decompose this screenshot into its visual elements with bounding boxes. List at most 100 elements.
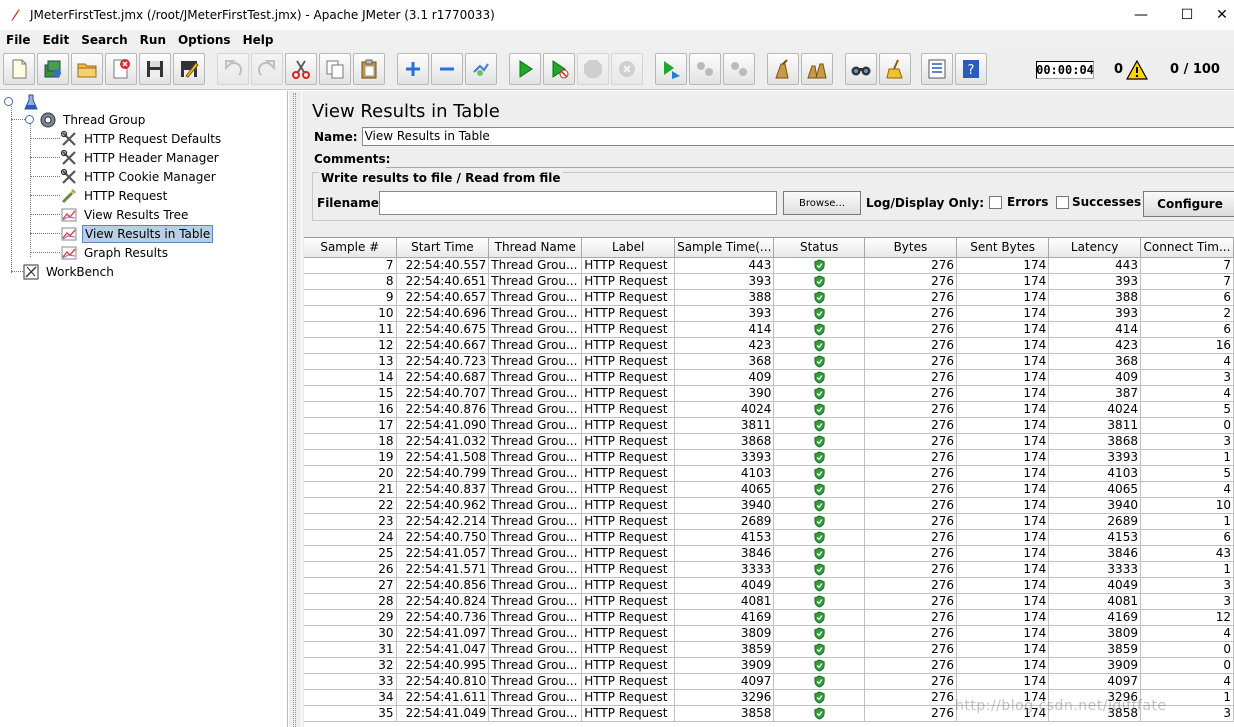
menu-run[interactable]: Run	[134, 33, 172, 47]
table-row[interactable]: 15 22:54:40.707 Thread Grou... HTTP Request…	[304, 385, 1234, 402]
cell-bytes: 276	[864, 513, 958, 530]
column-header-label[interactable]: Label	[581, 238, 676, 258]
errors-checkbox[interactable]	[989, 196, 1002, 209]
cell-status	[773, 257, 865, 274]
table-row[interactable]: 9 22:54:40.657 Thread Grou... HTTP Request 3…	[304, 289, 1234, 306]
column-header-sample-number[interactable]: Sample #	[304, 238, 397, 258]
copy-button[interactable]	[319, 53, 351, 85]
tree-node-view-results-in-table[interactable]: View Results in Table	[60, 224, 214, 243]
table-row[interactable]: 24 22:54:40.750 Thread Grou... HTTP Request…	[304, 529, 1234, 546]
minimize-button[interactable]: —	[1118, 0, 1164, 30]
table-row[interactable]: 17 22:54:41.090 Thread Grou... HTTP Request…	[304, 417, 1234, 434]
save-as-button[interactable]	[173, 53, 205, 85]
table-row[interactable]: 20 22:54:40.799 Thread Grou... HTTP Request…	[304, 465, 1234, 482]
start-no-pause-button[interactable]	[543, 53, 575, 85]
maximize-button[interactable]: ☐	[1164, 0, 1210, 30]
table-row[interactable]: 14 22:54:40.687 Thread Grou... HTTP Request…	[304, 369, 1234, 386]
column-header-thread-name[interactable]: Thread Name	[488, 238, 583, 258]
cell-latency: 393	[1048, 273, 1141, 290]
search-button[interactable]	[845, 53, 877, 85]
column-header-sample-time[interactable]: Sample Time(...	[674, 238, 775, 258]
remote-shutdown-button[interactable]	[723, 53, 755, 85]
splitter-grip[interactable]	[293, 93, 296, 727]
browse-button[interactable]: Browse...	[783, 191, 861, 215]
reset-search-button[interactable]	[879, 53, 911, 85]
tree-node-test-plan[interactable]	[4, 92, 44, 111]
table-row[interactable]: 27 22:54:40.856 Thread Grou... HTTP Request…	[304, 577, 1234, 594]
table-row[interactable]: 10 22:54:40.696 Thread Grou... HTTP Request…	[304, 305, 1234, 322]
table-row[interactable]: 22 22:54:40.962 Thread Grou... HTTP Request…	[304, 497, 1234, 514]
table-row[interactable]: 16 22:54:40.876 Thread Grou... HTTP Request…	[304, 401, 1234, 418]
tree-node-workbench[interactable]: WorkBench	[22, 262, 116, 281]
expand-all-button[interactable]	[397, 53, 429, 85]
table-row[interactable]: 32 22:54:40.995 Thread Grou... HTTP Request…	[304, 657, 1234, 674]
toggle-button[interactable]	[465, 53, 497, 85]
column-header-status[interactable]: Status	[773, 238, 865, 258]
table-row[interactable]: 29 22:54:40.736 Thread Grou... HTTP Request…	[304, 609, 1234, 626]
stop-button[interactable]	[577, 53, 609, 85]
collapse-all-button[interactable]	[431, 53, 463, 85]
menu-help[interactable]: Help	[237, 33, 280, 47]
cell-status	[773, 337, 865, 354]
templates-button[interactable]	[37, 53, 69, 85]
table-row[interactable]: 11 22:54:40.675 Thread Grou... HTTP Request…	[304, 321, 1234, 338]
redo-button[interactable]	[251, 53, 283, 85]
column-header-sent-bytes[interactable]: Sent Bytes	[956, 238, 1050, 258]
cut-button[interactable]	[285, 53, 317, 85]
menu-file[interactable]: File	[0, 33, 37, 47]
expander-icon[interactable]	[4, 97, 13, 106]
tree-node-thread-group[interactable]: Thread Group	[25, 110, 147, 129]
start-button[interactable]	[509, 53, 541, 85]
column-header-start-time[interactable]: Start Time	[396, 238, 490, 258]
close-file-button[interactable]	[105, 53, 137, 85]
help-button[interactable]: ?	[955, 53, 987, 85]
clear-button[interactable]	[767, 53, 799, 85]
configure-button[interactable]: Configure	[1143, 191, 1234, 217]
column-header-bytes[interactable]: Bytes	[864, 238, 958, 258]
column-header-connect-time[interactable]: Connect Tim...	[1140, 238, 1234, 258]
table-row[interactable]: 12 22:54:40.667 Thread Grou... HTTP Request…	[304, 337, 1234, 354]
new-button[interactable]	[3, 53, 35, 85]
paste-button[interactable]	[353, 53, 385, 85]
table-row[interactable]: 33 22:54:40.810 Thread Grou... HTTP Request…	[304, 673, 1234, 690]
save-button[interactable]	[139, 53, 171, 85]
clear-all-button[interactable]	[801, 53, 833, 85]
tree-node-http-request-defaults[interactable]: HTTP Request Defaults	[60, 129, 223, 148]
open-button[interactable]	[71, 53, 103, 85]
tree-node-view-results-tree[interactable]: View Results Tree	[60, 205, 190, 224]
table-row[interactable]: 18 22:54:41.032 Thread Grou... HTTP Request…	[304, 433, 1234, 450]
table-row[interactable]: 31 22:54:41.047 Thread Grou... HTTP Request…	[304, 641, 1234, 658]
table-row[interactable]: 30 22:54:41.097 Thread Grou... HTTP Request…	[304, 625, 1234, 642]
name-input[interactable]: View Results in Table	[361, 127, 1234, 146]
table-row[interactable]: 25 22:54:41.057 Thread Grou... HTTP Request…	[304, 545, 1234, 562]
menu-edit[interactable]: Edit	[37, 33, 76, 47]
table-row[interactable]: 23 22:54:42.214 Thread Grou... HTTP Request…	[304, 513, 1234, 530]
tree-node-http-cookie-manager[interactable]: HTTP Cookie Manager	[60, 167, 218, 186]
table-row[interactable]: 13 22:54:40.723 Thread Grou... HTTP Request…	[304, 353, 1234, 370]
tree-node-http-header-manager[interactable]: HTTP Header Manager	[60, 148, 221, 167]
expander-icon[interactable]	[25, 115, 34, 124]
panel-splitter[interactable]	[289, 91, 301, 727]
close-window-button[interactable]: ✕	[1210, 0, 1234, 30]
table-row[interactable]: 26 22:54:41.571 Thread Grou... HTTP Request…	[304, 561, 1234, 578]
table-row[interactable]: 21 22:54:40.837 Thread Grou... HTTP Request…	[304, 481, 1234, 498]
shutdown-button[interactable]	[611, 53, 643, 85]
table-row[interactable]: 7 22:54:40.557 Thread Grou... HTTP Request 4…	[304, 257, 1234, 274]
column-header-latency[interactable]: Latency	[1048, 238, 1141, 258]
table-row[interactable]: 19 22:54:41.508 Thread Grou... HTTP Request…	[304, 449, 1234, 466]
menu-search[interactable]: Search	[75, 33, 133, 47]
comments-field[interactable]	[386, 167, 1234, 168]
warning-icon[interactable]	[1126, 60, 1148, 80]
results-table[interactable]: Sample # Start Time Thread Name Label Sa…	[304, 237, 1234, 727]
function-helper-button[interactable]	[921, 53, 953, 85]
remote-start-button[interactable]	[655, 53, 687, 85]
table-row[interactable]: 28 22:54:40.824 Thread Grou... HTTP Request…	[304, 593, 1234, 610]
tree-node-graph-results[interactable]: Graph Results	[60, 243, 170, 262]
undo-button[interactable]	[217, 53, 249, 85]
successes-checkbox[interactable]	[1056, 196, 1069, 209]
filename-input[interactable]	[379, 191, 777, 215]
remote-stop-button[interactable]	[689, 53, 721, 85]
table-row[interactable]: 8 22:54:40.651 Thread Grou... HTTP Request 3…	[304, 273, 1234, 290]
tree-node-http-request[interactable]: HTTP Request	[60, 186, 169, 205]
menu-options[interactable]: Options	[172, 33, 237, 47]
